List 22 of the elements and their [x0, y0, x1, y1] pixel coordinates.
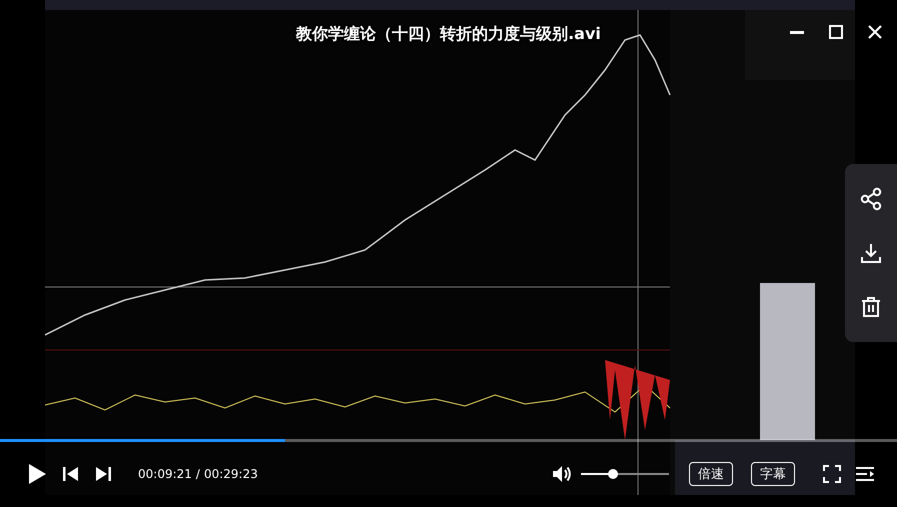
video-title: 教你学缠论（十四）转折的力度与级别.avi: [296, 24, 601, 45]
speed-button[interactable]: 倍速: [689, 462, 733, 486]
progress-bar[interactable]: [0, 439, 897, 442]
fullscreen-button[interactable]: [823, 465, 841, 483]
playlist-button[interactable]: [855, 466, 875, 482]
total-time: 00:29:23: [204, 467, 258, 481]
minimize-icon: [790, 30, 804, 34]
current-time: 00:09:21: [138, 467, 192, 481]
delete-button[interactable]: [859, 295, 883, 319]
time-separator: /: [196, 467, 200, 481]
download-icon: [859, 241, 883, 265]
next-button[interactable]: [94, 466, 112, 482]
play-button[interactable]: [26, 462, 48, 486]
maximize-icon: [826, 22, 846, 42]
download-button[interactable]: [859, 241, 883, 265]
subtitle-button[interactable]: 字幕: [751, 462, 795, 486]
trash-icon: [859, 295, 883, 319]
previous-button[interactable]: [62, 466, 80, 482]
share-button[interactable]: [859, 187, 883, 211]
maximize-button[interactable]: [826, 22, 846, 42]
volume-button[interactable]: [551, 464, 573, 484]
share-icon: [859, 187, 883, 211]
